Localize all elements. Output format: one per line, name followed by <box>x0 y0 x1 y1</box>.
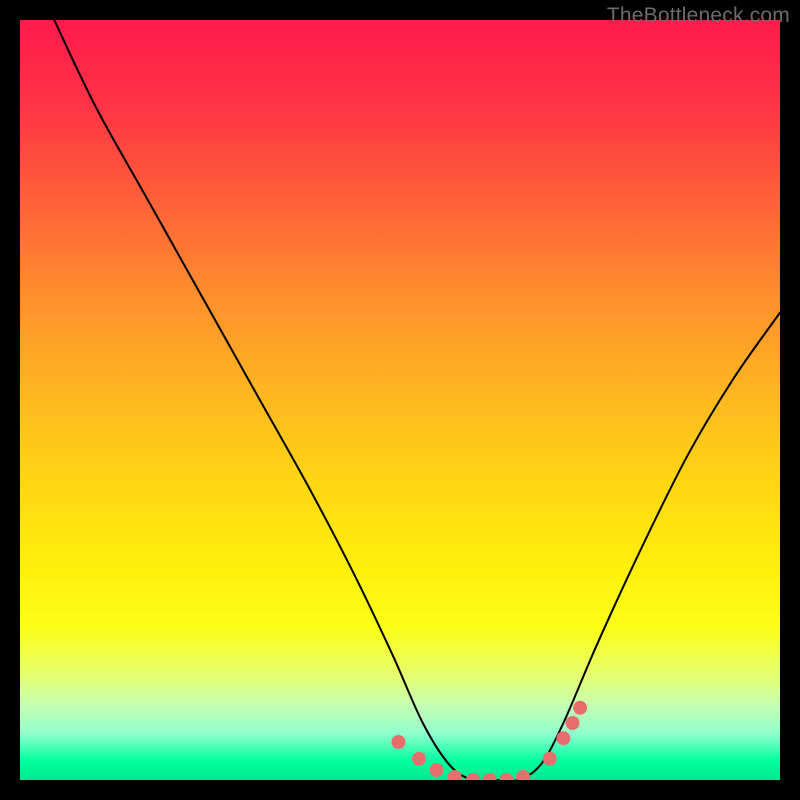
chart-svg <box>20 20 780 780</box>
highlight-dot <box>543 752 557 766</box>
highlight-dot <box>483 773 497 780</box>
highlight-dot <box>412 752 426 766</box>
highlight-dots <box>392 701 588 780</box>
watermark-text: TheBottleneck.com <box>607 4 790 28</box>
highlight-dot <box>499 773 513 780</box>
highlight-dot <box>556 731 570 745</box>
highlight-dot <box>573 701 587 715</box>
highlight-dot <box>430 763 444 777</box>
highlight-dot <box>448 770 462 780</box>
highlight-dot <box>466 773 480 780</box>
highlight-dot <box>516 770 530 780</box>
bottleneck-curve <box>54 20 780 780</box>
highlight-dot <box>392 735 406 749</box>
chart-canvas: TheBottleneck.com <box>0 0 800 800</box>
highlight-dot <box>566 716 580 730</box>
